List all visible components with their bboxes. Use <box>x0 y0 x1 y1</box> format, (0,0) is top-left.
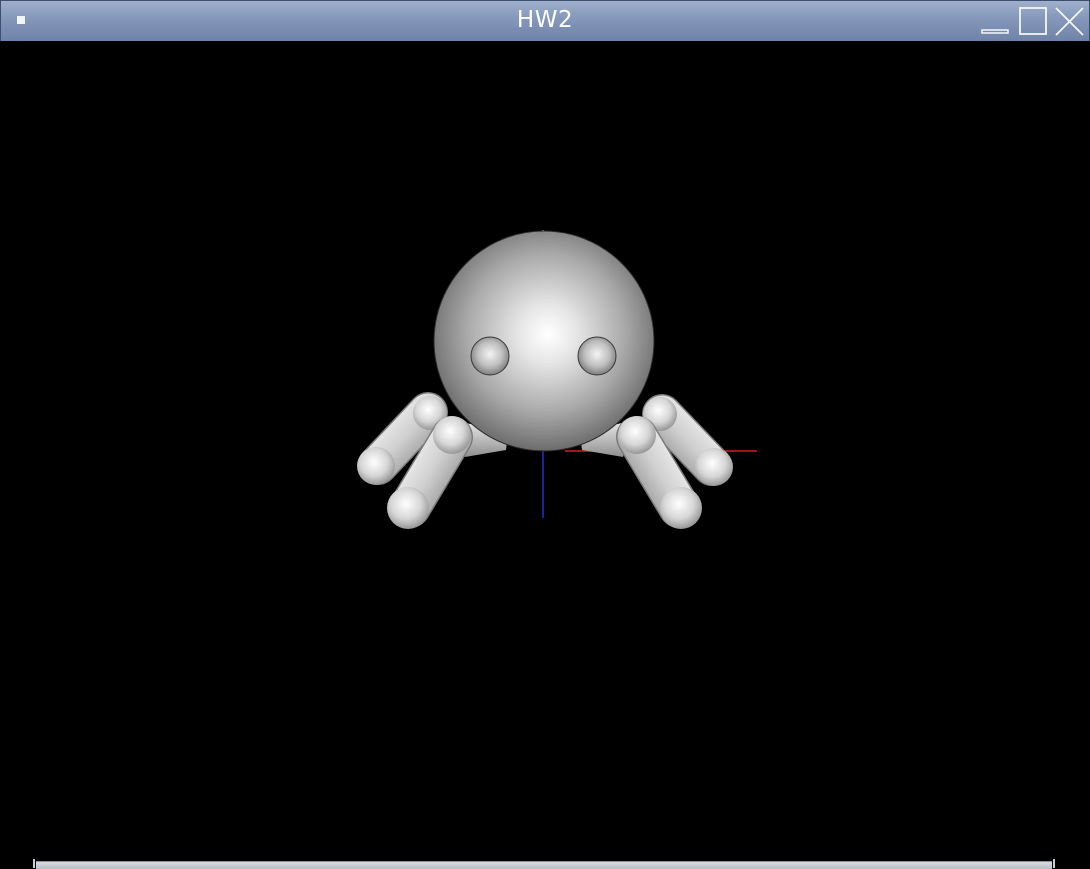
minimize-icon <box>981 29 1009 34</box>
title-bar[interactable]: HW2 <box>0 0 1090 42</box>
maximize-icon <box>1019 7 1047 35</box>
right-eye <box>577 336 617 376</box>
close-button[interactable] <box>1053 5 1085 37</box>
spider-body <box>433 230 655 452</box>
bottom-frame-right-edge <box>1053 859 1055 868</box>
scene-canvas[interactable] <box>0 41 1090 859</box>
left-eye <box>470 336 510 376</box>
bottom-frame-left-edge <box>33 859 35 868</box>
bottom-frame <box>0 859 1090 869</box>
window-title: HW2 <box>516 7 574 33</box>
opengl-viewport[interactable] <box>0 41 1090 859</box>
maximize-button[interactable] <box>1017 5 1049 37</box>
app-window: HW2 <box>0 0 1090 869</box>
close-icon <box>1055 7 1084 36</box>
minimize-button[interactable] <box>979 5 1011 37</box>
